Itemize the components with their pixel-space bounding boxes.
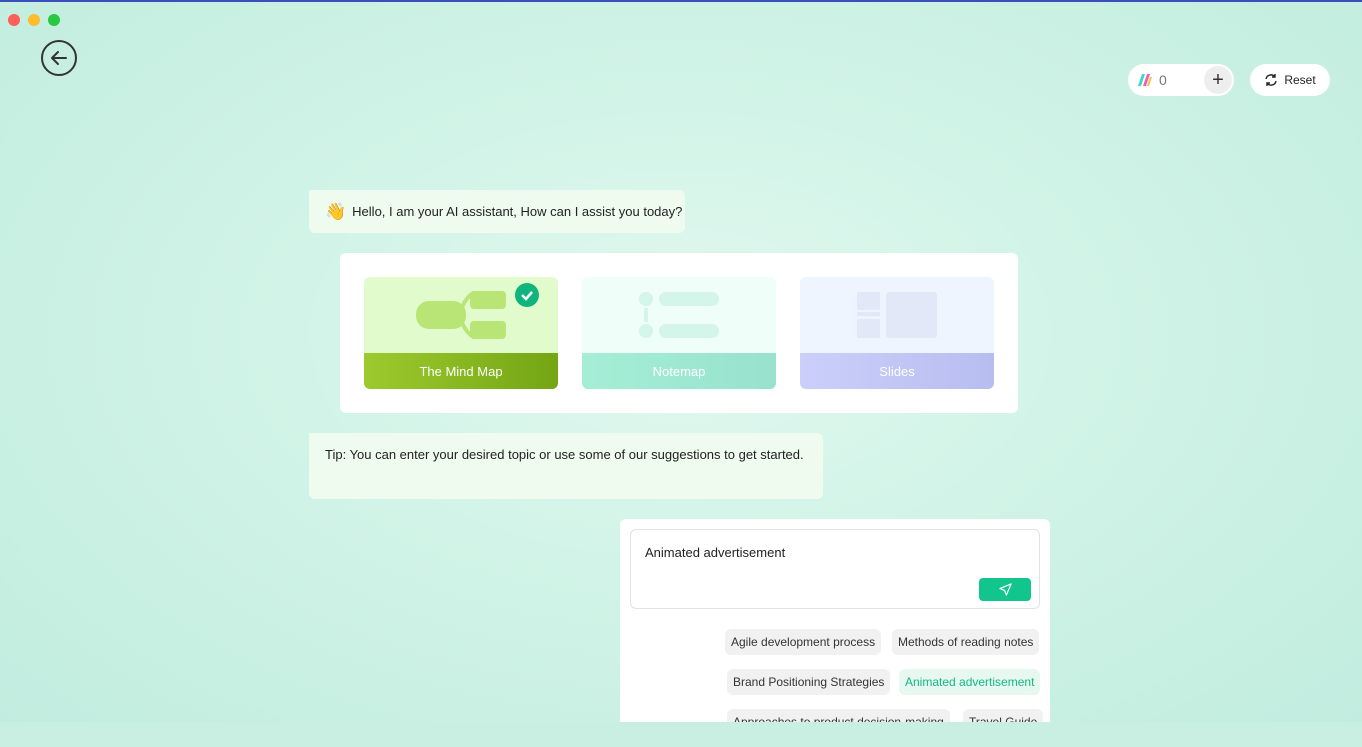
logo-icon: [1138, 74, 1152, 86]
wave-icon: 👋: [325, 201, 347, 221]
add-credits-button[interactable]: +: [1204, 66, 1232, 94]
refresh-icon: [1265, 74, 1278, 86]
topic-input-value: Animated advertisement: [645, 545, 786, 560]
tip-message: Tip: You can enter your desired topic or…: [309, 433, 823, 499]
mode-card-notemap[interactable]: Notemap: [582, 277, 776, 389]
maximize-window-button[interactable]: [48, 14, 60, 26]
chat-input-panel: Animated advertisement Agile development…: [620, 519, 1050, 735]
credits-count: 0: [1159, 72, 1167, 88]
send-button[interactable]: [979, 578, 1031, 601]
suggestion-chip[interactable]: Agile development process: [725, 629, 882, 655]
arrow-left-icon: [51, 51, 67, 65]
mode-label: The Mind Map: [364, 353, 558, 389]
greeting-text: Hello, I am your AI assistant, How can I…: [352, 204, 683, 219]
mode-selector: The Mind Map Notemap Slides: [340, 253, 1018, 413]
window-controls: [8, 14, 60, 26]
topic-input[interactable]: Animated advertisement: [630, 529, 1040, 609]
credits-widget: 0 +: [1128, 64, 1234, 96]
mode-label: Notemap: [582, 353, 776, 389]
suggestion-chip[interactable]: Methods of reading notes: [892, 629, 1040, 655]
mode-label: Slides: [800, 353, 994, 389]
notemap-icon: [639, 292, 719, 338]
minimize-window-button[interactable]: [28, 14, 40, 26]
suggestion-chip-selected[interactable]: Animated advertisement: [899, 669, 1041, 695]
reset-label: Reset: [1284, 73, 1316, 87]
suggestion-chip[interactable]: Brand Positioning Strategies: [727, 669, 891, 695]
back-button[interactable]: [41, 40, 77, 76]
bottom-fade: [0, 722, 1362, 747]
mode-card-mind-map[interactable]: The Mind Map: [364, 277, 558, 389]
close-window-button[interactable]: [8, 14, 20, 26]
greeting-message: 👋 Hello, I am your AI assistant, How can…: [309, 190, 685, 233]
check-circle-icon: [515, 283, 539, 307]
mode-card-slides[interactable]: Slides: [800, 277, 994, 389]
reset-button[interactable]: Reset: [1250, 64, 1330, 96]
slides-icon: [857, 292, 937, 338]
send-icon: [998, 583, 1012, 596]
